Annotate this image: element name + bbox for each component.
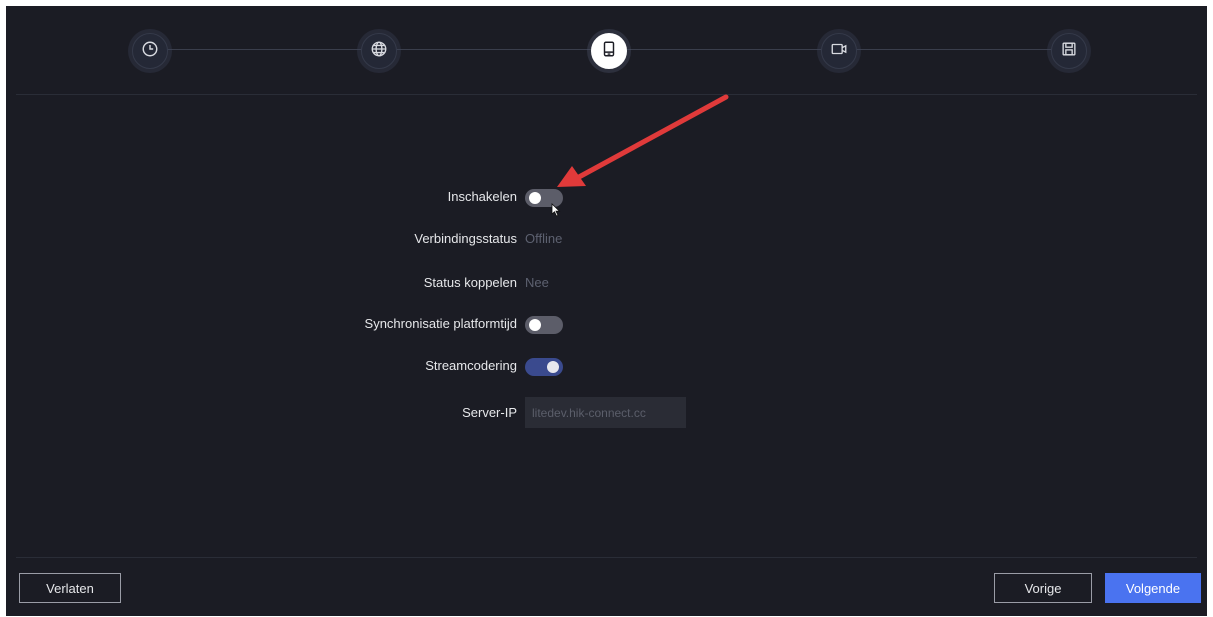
toggle-knob	[547, 361, 559, 373]
bind-status-row: Status koppelen Nee	[6, 272, 1207, 296]
connection-status-row: Verbindingsstatus Offline	[6, 228, 1207, 252]
clock-icon	[141, 40, 159, 63]
mouse-cursor-icon	[551, 203, 561, 217]
mobile-device-icon	[600, 40, 618, 63]
sync-time-label: Synchronisatie platformtijd	[364, 316, 517, 331]
sync-time-toggle[interactable]	[525, 316, 563, 334]
save-icon	[1060, 40, 1078, 63]
server-ip-row: Server-IP litedev.hik-connect.cc	[6, 397, 1207, 428]
step-time[interactable]	[132, 33, 168, 69]
step-network[interactable]	[361, 33, 397, 69]
stream-encoding-label: Streamcodering	[425, 358, 517, 373]
header-divider	[16, 94, 1197, 95]
stream-encoding-row: Streamcodering	[6, 355, 1207, 379]
step-camera[interactable]	[821, 33, 857, 69]
exit-button[interactable]: Verlaten	[19, 573, 121, 603]
bind-status-label: Status koppelen	[423, 275, 517, 290]
previous-button[interactable]: Vorige	[994, 573, 1092, 603]
connection-status-label: Verbindingsstatus	[414, 231, 517, 246]
toggle-knob	[529, 192, 541, 204]
server-ip-input[interactable]: litedev.hik-connect.cc	[525, 397, 686, 428]
toggle-knob	[529, 319, 541, 331]
connection-status-value: Offline	[525, 231, 563, 246]
globe-icon	[370, 40, 388, 63]
step-storage[interactable]	[1051, 33, 1087, 69]
sync-time-row: Synchronisatie platformtijd	[6, 313, 1207, 337]
bind-status-value: Nee	[525, 275, 549, 290]
footer-divider	[16, 557, 1197, 558]
stream-encoding-toggle[interactable]	[525, 358, 563, 376]
camera-icon	[830, 40, 848, 63]
setup-wizard: Inschakelen Verbindingsstatus Offline St…	[6, 6, 1207, 616]
step-platform-access[interactable]	[591, 33, 627, 69]
server-ip-label: Server-IP	[462, 405, 517, 420]
annotation-arrow-icon	[557, 94, 729, 187]
enable-label: Inschakelen	[447, 189, 517, 204]
next-button[interactable]: Volgende	[1105, 573, 1201, 603]
enable-row: Inschakelen	[6, 186, 1207, 210]
